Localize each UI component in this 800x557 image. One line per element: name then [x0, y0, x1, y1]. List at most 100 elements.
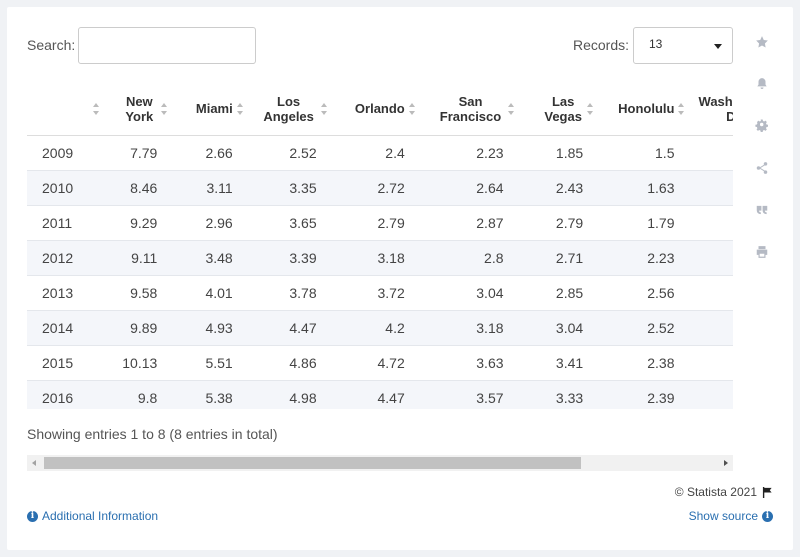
table-cell: 4.2: [328, 310, 417, 346]
column-header-honolulu[interactable]: Honolulu: [595, 83, 687, 136]
column-header-san-francisco[interactable]: San Francisco: [416, 83, 516, 136]
table-cell-year: 2015: [27, 345, 102, 381]
data-table-viewport: New York Miami Los Angeles Orlando San F…: [27, 83, 733, 409]
table-row: 20169.85.384.984.473.573.332.392.09: [27, 380, 733, 409]
table-cell: 4.72: [328, 345, 417, 381]
print-button[interactable]: [747, 237, 777, 267]
sort-icon: [236, 102, 243, 115]
column-header-miami[interactable]: Miami: [169, 83, 245, 136]
entries-summary: Showing entries 1 to 8 (8 entries in tot…: [27, 426, 278, 442]
sort-icon: [678, 102, 685, 115]
horizontal-scrollbar[interactable]: [27, 455, 733, 471]
table-cell: 2.64: [416, 170, 516, 206]
table-cell: 2.8: [416, 240, 516, 276]
table-cell-year: 2012: [27, 240, 102, 276]
table-cell: 2.09: [686, 380, 733, 409]
table-cell: 2.79: [328, 205, 417, 241]
table-cell: 5.38: [169, 380, 245, 409]
table-cell: 3.18: [328, 240, 417, 276]
table-cell: 2.23: [595, 240, 687, 276]
column-header-orlando[interactable]: Orlando: [328, 83, 417, 136]
scroll-right-icon[interactable]: [724, 460, 728, 466]
table-cell: 2.52: [244, 135, 329, 171]
column-header-las-vegas[interactable]: Las Vegas: [515, 83, 596, 136]
sort-icon: [161, 102, 168, 115]
column-header-new-york[interactable]: New York: [101, 83, 170, 136]
column-header-los-angeles[interactable]: Los Angeles: [244, 83, 329, 136]
table-cell: 1.54: [686, 135, 733, 171]
table-cell: 2.96: [169, 205, 245, 241]
table-row: 20129.113.483.393.182.82.712.231.76: [27, 240, 733, 276]
table-cell: 4.93: [169, 310, 245, 346]
table-cell: 1.5: [595, 135, 687, 171]
table-cell: 3.04: [416, 275, 516, 311]
table-cell-year: 2014: [27, 310, 102, 346]
sort-icon: [408, 102, 415, 115]
table-cell: 2.66: [169, 135, 245, 171]
table-cell: 4.98: [244, 380, 329, 409]
bookmark-button[interactable]: [747, 27, 777, 57]
table-cell: 2.71: [515, 240, 596, 276]
table-cell-year: 2011: [27, 205, 102, 241]
scrollbar-thumb[interactable]: [44, 457, 581, 469]
share-icon: [756, 162, 768, 174]
table-cell: 2.87: [416, 205, 516, 241]
table-cell: 2.39: [595, 380, 687, 409]
table-cell: 9.29: [101, 205, 170, 241]
settings-button[interactable]: [747, 111, 777, 141]
alert-button[interactable]: [747, 69, 777, 99]
table-cell-year: 2009: [27, 135, 102, 171]
table-cell: 1.96: [686, 310, 733, 346]
scroll-left-icon[interactable]: [32, 460, 36, 466]
chevron-down-icon: [714, 44, 722, 49]
show-source-link[interactable]: Show source i: [689, 509, 773, 523]
table-cell: 4.47: [244, 310, 329, 346]
bell-icon: [757, 78, 767, 89]
table-body: 20097.792.662.522.42.231.851.51.5420108.…: [27, 135, 733, 409]
table-cell: 1.79: [595, 205, 687, 241]
table-cell: 4.86: [244, 345, 329, 381]
copyright-text: © Statista 2021: [674, 485, 757, 499]
table-cell: 3.72: [328, 275, 417, 311]
column-header-year[interactable]: [27, 83, 102, 136]
table-cell: 8.46: [101, 170, 170, 206]
column-header-washington-dc[interactable]: Washington DC: [686, 83, 733, 136]
show-source-label: Show source: [688, 509, 758, 523]
table-cell: 7.79: [101, 135, 170, 171]
table-row: 20139.584.013.783.723.042.852.561.7: [27, 275, 733, 311]
copyright: © Statista 2021: [675, 485, 773, 499]
info-icon: i: [27, 510, 38, 522]
table-row: 20108.463.113.352.722.642.431.631.74: [27, 170, 733, 206]
table-cell-year: 2016: [27, 380, 102, 409]
table-cell: 3.41: [515, 345, 596, 381]
cite-button[interactable]: [747, 195, 777, 225]
table-cell: 2.79: [515, 205, 596, 241]
search-input[interactable]: [78, 27, 256, 64]
records-select[interactable]: 13: [633, 27, 733, 64]
table-cell: 2.52: [595, 310, 687, 346]
table-cell: 3.35: [244, 170, 329, 206]
table-cell: 2.4: [328, 135, 417, 171]
share-button[interactable]: [747, 153, 777, 183]
table-cell: 1.85: [515, 135, 596, 171]
statistic-card: Search: Records: 13 New York Miami Los A…: [7, 7, 793, 550]
table-row: 201510.135.514.864.723.633.412.382.14: [27, 345, 733, 381]
data-table: New York Miami Los Angeles Orlando San F…: [27, 83, 733, 409]
additional-information-link[interactable]: i Additional Information: [27, 509, 158, 523]
table-cell: 2.14: [686, 345, 733, 381]
table-cell: 3.39: [244, 240, 329, 276]
table-cell: 3.65: [244, 205, 329, 241]
table-cell: 3.63: [416, 345, 516, 381]
star-icon: [756, 36, 768, 48]
table-cell: 1.81: [686, 205, 733, 241]
table-cell: 3.04: [515, 310, 596, 346]
table-cell: 2.23: [416, 135, 516, 171]
table-cell: 10.13: [101, 345, 170, 381]
table-cell: 3.18: [416, 310, 516, 346]
sort-icon: [320, 102, 327, 115]
print-icon: [756, 246, 768, 258]
table-cell: 4.01: [169, 275, 245, 311]
quote-icon: [756, 205, 768, 215]
table-header-row: New York Miami Los Angeles Orlando San F…: [27, 83, 733, 136]
flag-icon[interactable]: [762, 486, 773, 498]
